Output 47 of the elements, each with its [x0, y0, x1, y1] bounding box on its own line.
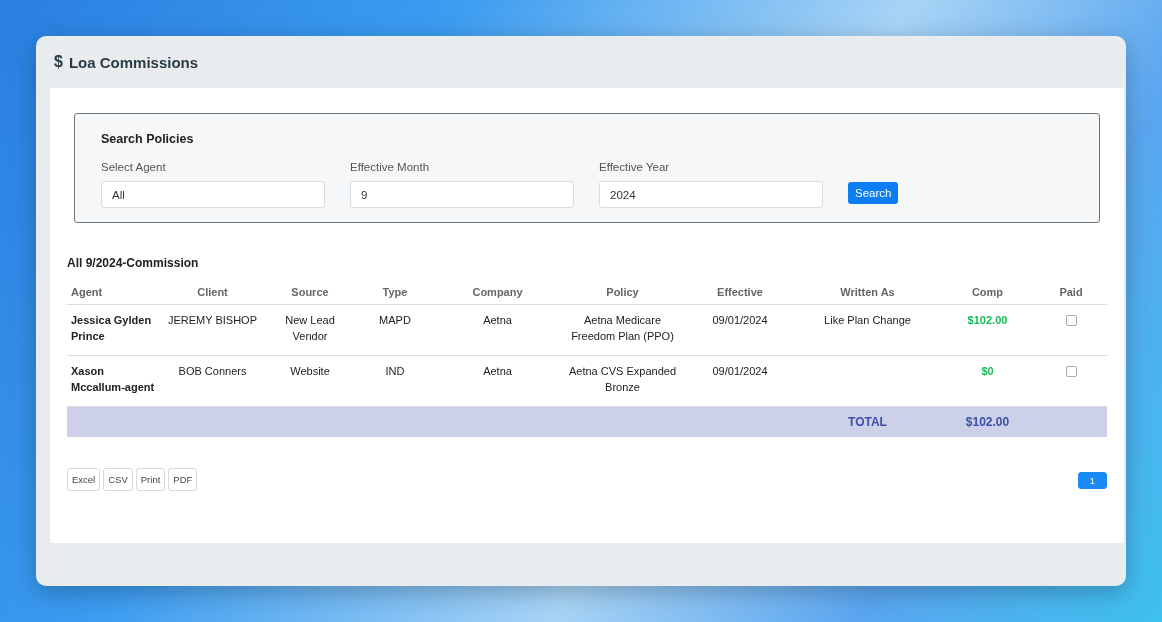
paid-checkbox[interactable] [1065, 366, 1077, 377]
table-cell: JEREMY BISHOP [160, 304, 265, 356]
column-header: Agent [67, 280, 160, 305]
column-header: Company [435, 280, 560, 305]
column-header: Written As [795, 280, 940, 305]
input-field[interactable]: 2024 [599, 181, 823, 208]
column-header: Type [355, 280, 435, 305]
table-cell: Aetna [435, 304, 560, 356]
table-cell: Jessica Gylden Prince [67, 304, 160, 356]
input-field[interactable]: 9 [350, 181, 574, 208]
table-cell: $102.00 [940, 304, 1035, 356]
table-cell: MAPD [355, 304, 435, 356]
table-cell: 09/01/2024 [685, 355, 795, 407]
table-title: All 9/2024-Commission [67, 256, 199, 270]
field-label: Select Agent [101, 161, 167, 173]
export-button[interactable]: PDF [168, 468, 198, 491]
column-header: Effective [685, 280, 795, 305]
table-cell: IND [355, 355, 435, 407]
column-header: Client [160, 280, 265, 305]
search-button[interactable]: Search [848, 182, 899, 204]
export-button[interactable]: Excel [67, 468, 101, 491]
table-cell: Aetna CVS Expanded Bronze [560, 355, 685, 407]
table-cell: BOB Conners [160, 355, 265, 407]
table-cell: $0 [940, 355, 1035, 407]
dollar-icon: $ [54, 53, 63, 71]
table-cell: Website [265, 355, 355, 407]
table-cell: Aetna [435, 355, 560, 407]
table-cell: 09/01/2024 [685, 304, 795, 356]
column-header: Paid [1035, 280, 1107, 305]
page-button[interactable]: 1 [1077, 472, 1107, 489]
table-cell: Xason Mccallum-agent [67, 355, 160, 407]
input-field[interactable]: All [101, 181, 325, 208]
column-header: Comp [940, 280, 1035, 305]
table-cell: New Lead Vendor [265, 304, 355, 356]
total-label: TOTAL [795, 406, 940, 437]
paid-checkbox[interactable] [1065, 315, 1077, 326]
window-title: Loa Commissions [68, 53, 199, 71]
column-header: Policy [560, 280, 685, 305]
export-button[interactable]: Print [135, 468, 166, 491]
field-label: Effective Month [350, 161, 431, 173]
panel-title: Search Policies [101, 132, 194, 146]
field-label: Effective Year [599, 161, 671, 173]
total-value: $102.00 [940, 406, 1035, 437]
table-cell: Like Plan Change [795, 304, 940, 356]
export-button[interactable]: CSV [103, 468, 133, 491]
table-cell: Aetna Medicare Freedom Plan (PPO) [560, 304, 685, 356]
column-header: Source [265, 280, 355, 305]
